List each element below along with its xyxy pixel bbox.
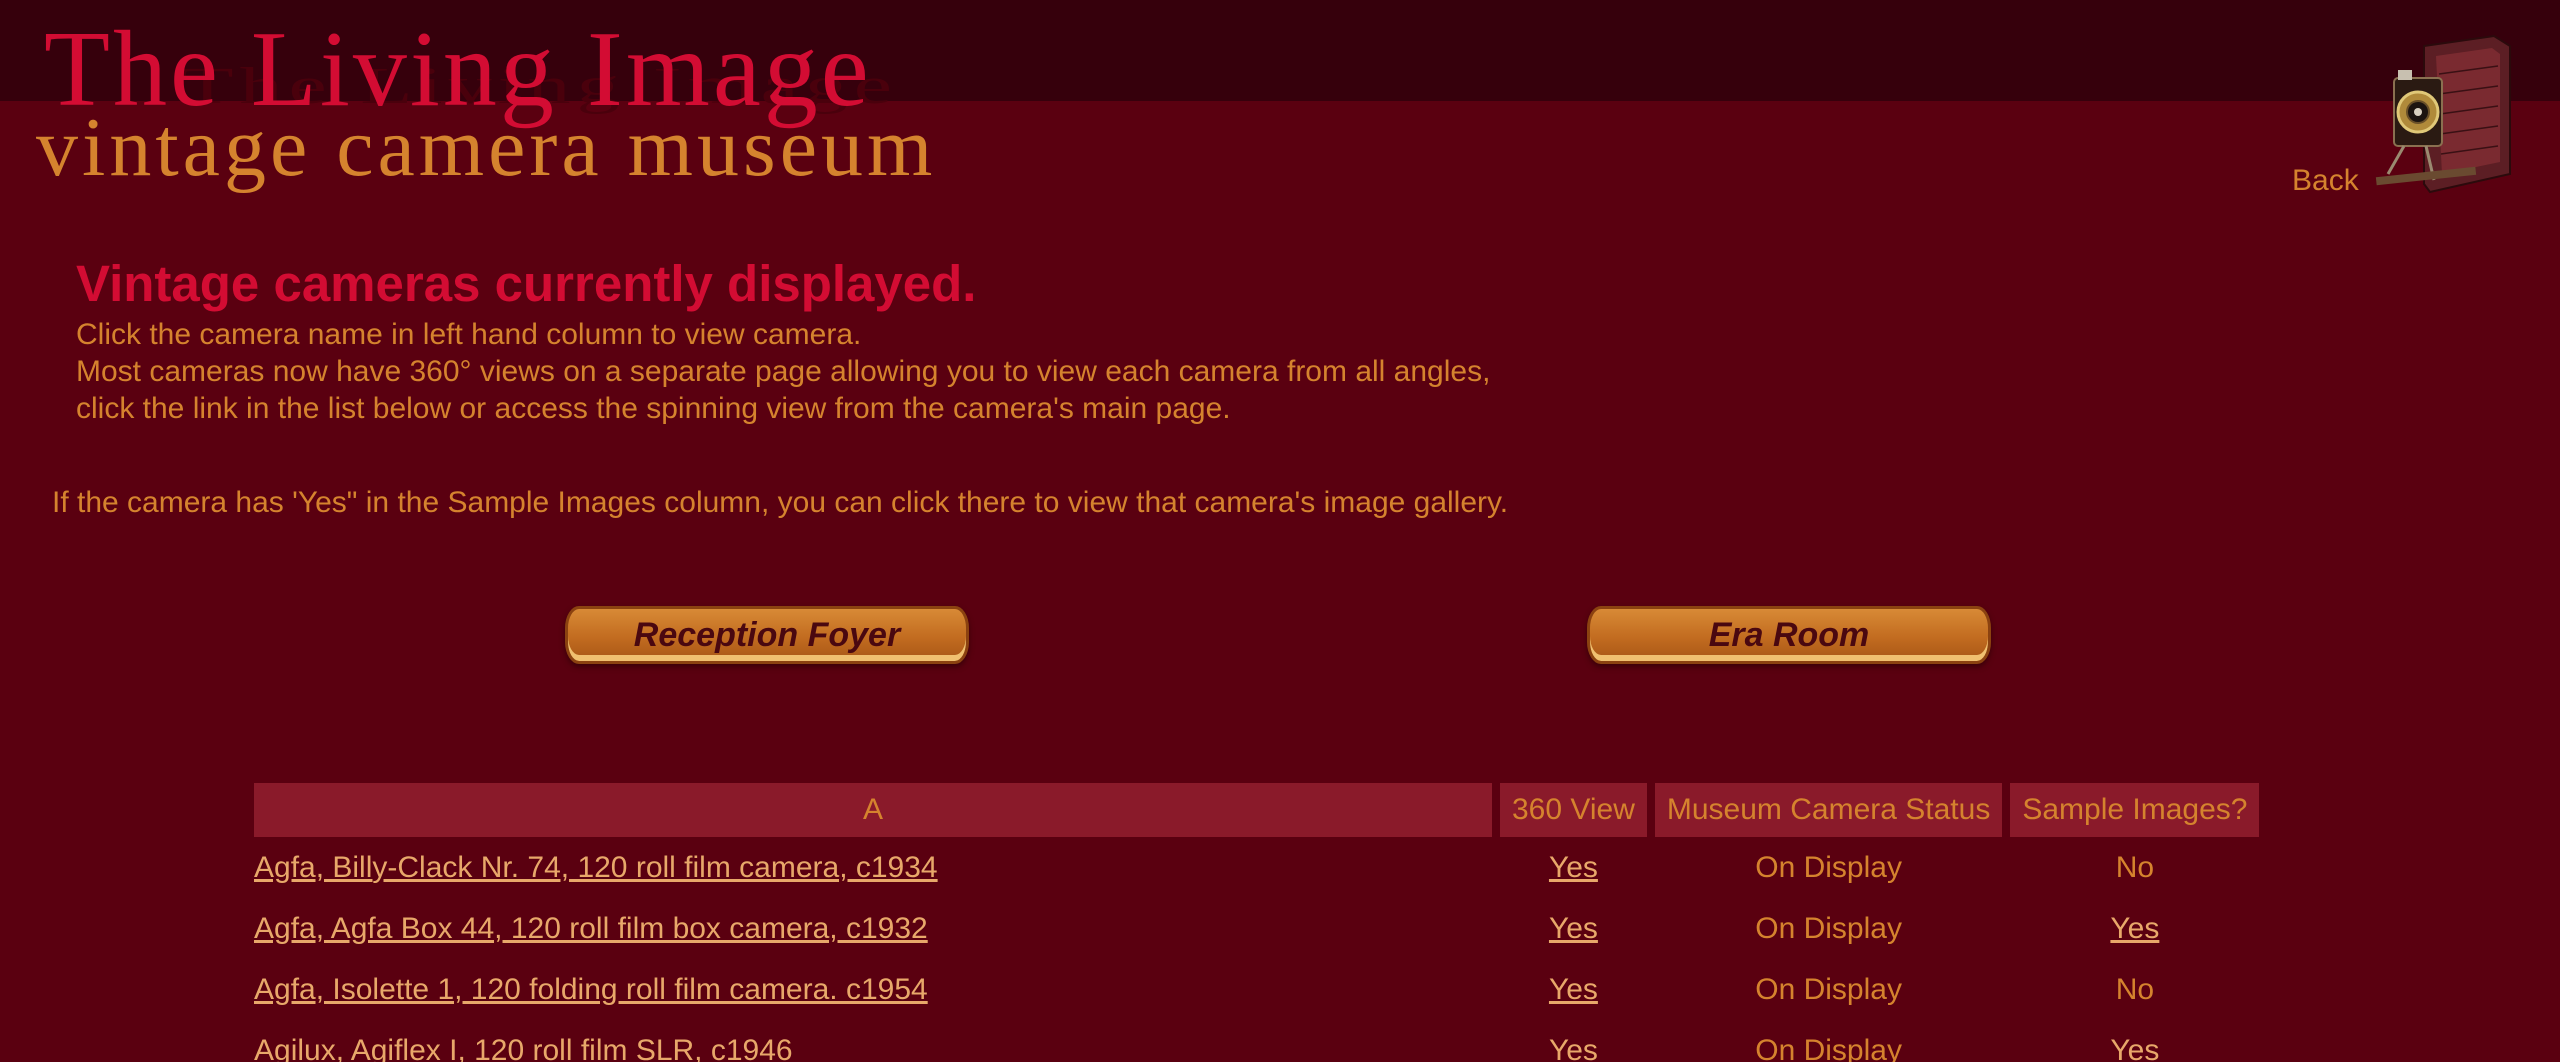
sample-images-value: No [2115,850,2155,884]
table-row: Agfa, Isolette 1, 120 folding roll film … [254,959,2259,1020]
era-room-button[interactable]: Era Room [1587,606,1991,664]
table-row: Agfa, Agfa Box 44, 120 roll film box cam… [254,898,2259,959]
camera-name-link[interactable]: Agfa, Isolette 1, 120 folding roll film … [254,973,928,1006]
intro-line-2: Most cameras now have 360° views on a se… [76,355,1491,388]
360-view-link[interactable]: Yes [1549,912,1598,945]
column-header-a: A [254,783,1492,837]
sample-images-link[interactable]: Yes [2110,1034,2159,1062]
360-view-link[interactable]: Yes [1549,851,1598,884]
sample-images-value: No [2115,972,2155,1006]
table-header-row: A 360 View Museum Camera Status Sample I… [254,783,2260,837]
intro-line-1: Click the camera name in left hand colum… [76,318,862,351]
360-view-link[interactable]: Yes [1549,973,1598,1006]
intro-section: Vintage cameras currently displayed. Cli… [76,252,1776,427]
vintage-folding-camera-icon[interactable] [2364,24,2514,194]
camera-name-link[interactable]: Agfa, Agfa Box 44, 120 roll film box cam… [254,912,928,945]
reception-foyer-button[interactable]: Reception Foyer [565,606,969,664]
camera-name-link[interactable]: Agilux, Agiflex I, 120 roll film SLR, c1… [254,1034,793,1062]
camera-name-link[interactable]: Agfa, Billy-Clack Nr. 74, 120 roll film … [254,851,938,884]
sample-images-link[interactable]: Yes [2110,912,2159,945]
camera-status: On Display [1755,850,1902,884]
camera-table: A 360 View Museum Camera Status Sample I… [246,783,2267,1062]
back-link[interactable]: Back [2292,164,2359,198]
intro-line-3: click the link in the list below or acce… [76,392,1231,425]
table-row: Agilux, Agiflex I, 120 roll film SLR, c1… [254,1020,2259,1062]
camera-status: On Display [1755,1033,1902,1062]
camera-status: On Display [1755,972,1902,1006]
table-row: Agfa, Billy-Clack Nr. 74, 120 roll film … [254,837,2259,898]
camera-status: On Display [1755,911,1902,945]
column-header-status: Museum Camera Status [1654,783,2003,837]
site-logo: The Living Image The Living Image vintag… [36,10,1376,200]
page: The Living Image The Living Image vintag… [0,0,2560,1062]
column-header-360-view: 360 View [1500,783,1647,837]
page-heading: Vintage cameras currently displayed. [76,255,977,312]
sample-images-note: If the camera has 'Yes" in the Sample Im… [52,486,1509,519]
360-view-link[interactable]: Yes [1549,1034,1598,1062]
logo-subtitle: vintage camera museum [36,101,937,194]
column-header-sample-images: Sample Images? [2010,783,2260,837]
